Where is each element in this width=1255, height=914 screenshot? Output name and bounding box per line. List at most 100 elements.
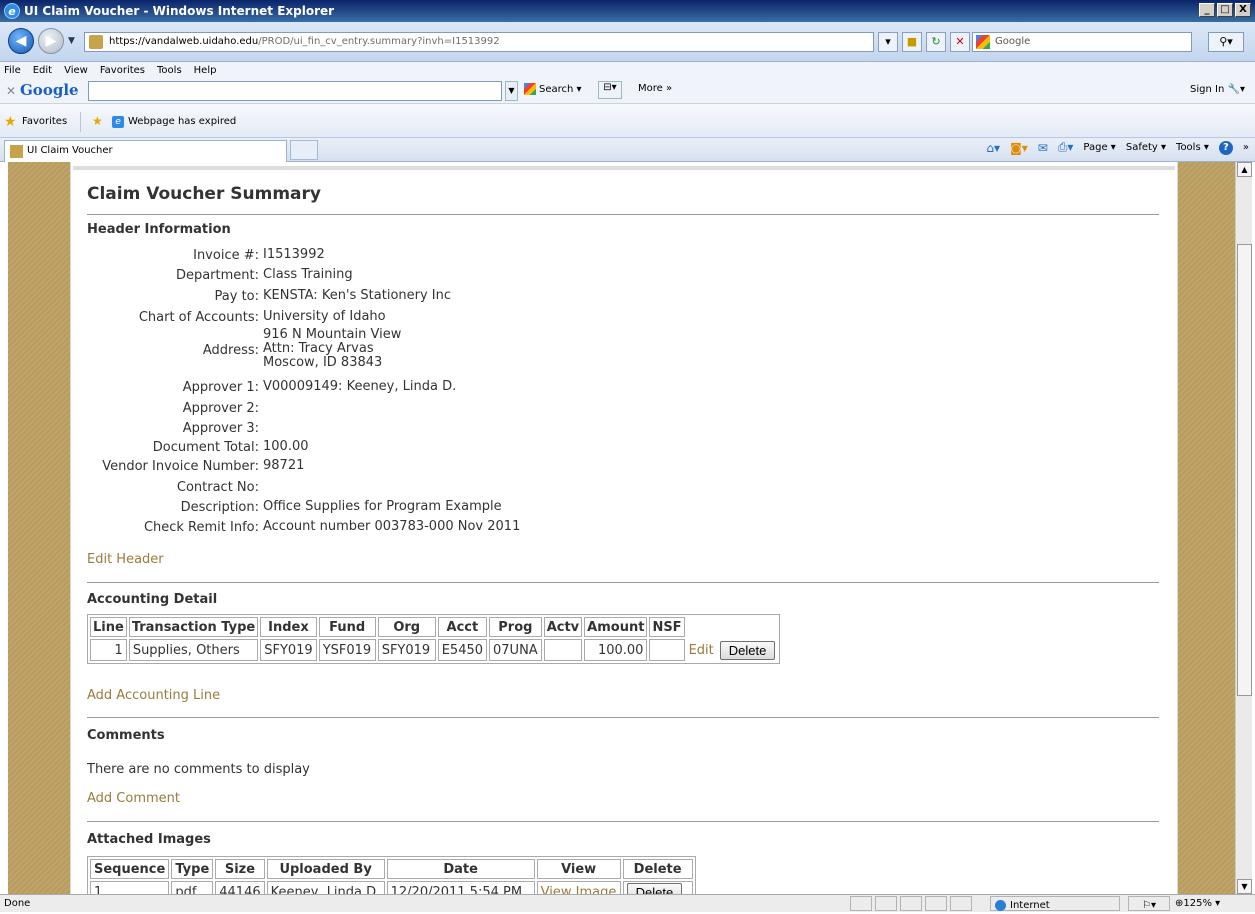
chevron-more-icon[interactable]: » <box>1243 142 1249 153</box>
url-path: /PROD/ui_fin_cv_entry.summary?invh=I1513… <box>258 36 500 47</box>
status-cell <box>900 896 922 911</box>
add-accounting-line-link[interactable]: Add Accounting Line <box>87 688 220 703</box>
sign-in-button[interactable]: Sign In 🔧▾ <box>1190 84 1245 95</box>
protected-mode-icon[interactable]: ⚐▾ <box>1128 896 1170 911</box>
favorite-link-expired[interactable]: e Webpage has expired <box>112 116 236 128</box>
column-header: Actv <box>543 617 583 637</box>
menu-tools[interactable]: Tools <box>157 65 182 76</box>
status-cells <box>850 896 972 911</box>
delete-line-button[interactable]: Delete <box>719 640 776 660</box>
tab-ui-claim-voucher[interactable]: UI Claim Voucher <box>4 140 287 162</box>
ie-logo-icon: e <box>4 3 20 19</box>
attached-images-heading: Attached Images <box>87 832 211 847</box>
feeds-icon[interactable]: ◙▾ <box>1010 141 1028 155</box>
field-approver-3: Approver 3: <box>182 421 259 436</box>
menu-file[interactable]: File <box>4 65 21 76</box>
field-vendor-invoice-number: Vendor Invoice Number: 98721 <box>102 458 305 475</box>
scroll-up-arrow-icon[interactable]: ▲ <box>1237 162 1252 177</box>
favorites-star-icon[interactable]: ★ <box>4 114 17 130</box>
address-bar[interactable]: https://vandalweb.uidaho.edu/PROD/ui_fin… <box>84 32 874 52</box>
field-approver-2: Approver 2: <box>182 401 259 416</box>
wrench-icon[interactable]: 🔧▾ <box>1228 84 1245 95</box>
home-icon[interactable]: ⌂▾ <box>986 141 1000 155</box>
add-comment-link[interactable]: Add Comment <box>87 791 180 806</box>
field-chart-of-accounts: Chart of Accounts: University of Idaho <box>138 309 386 326</box>
new-tab-button[interactable] <box>290 140 318 160</box>
cell-edit: Edit <box>687 639 716 661</box>
favorites-button[interactable]: Favorites <box>22 116 67 127</box>
comments-heading: Comments <box>87 728 165 743</box>
forward-button[interactable]: ▶ <box>38 28 64 54</box>
edit-header-link[interactable]: Edit Header <box>87 552 164 567</box>
stop-icon[interactable]: ✕ <box>950 32 970 52</box>
column-header: Uploaded By <box>266 859 385 879</box>
menu-favorites[interactable]: Favorites <box>100 65 145 76</box>
popup-blocker-icon[interactable]: ⊟▾ <box>598 81 622 99</box>
more-button[interactable]: More » <box>638 83 672 94</box>
scroll-down-arrow-icon[interactable]: ▼ <box>1237 879 1252 894</box>
minimize-button[interactable]: _ <box>1199 3 1215 17</box>
cell-org: SFY019 <box>377 639 436 661</box>
field-address: Address: 916 N Mountain View Attn: Tracy A… <box>202 327 402 370</box>
cell-size: 44146 <box>215 881 265 894</box>
search-go-button[interactable]: ⚲▾ <box>1208 32 1244 52</box>
safety-menu[interactable]: Safety ▾ <box>1126 142 1166 153</box>
attached-images-table: Sequence Type Size Uploaded By Date View… <box>87 856 696 894</box>
no-comments-text: There are no comments to display <box>87 762 310 777</box>
cell-delete: Delete <box>718 639 778 661</box>
maximize-button[interactable]: □ <box>1217 3 1233 17</box>
google-search-button[interactable]: Search ▾ <box>524 83 582 95</box>
cell-fund: YSF019 <box>318 639 376 661</box>
status-cell <box>850 896 872 911</box>
column-header: Prog <box>489 617 542 637</box>
help-icon[interactable]: ? <box>1218 140 1233 155</box>
field-contract-no: Contract No: <box>176 480 259 495</box>
cell-actv <box>543 639 583 661</box>
menu-help[interactable]: Help <box>194 65 217 76</box>
cell-index: SFY019 <box>260 639 317 661</box>
close-toolbar-icon[interactable]: ✕ <box>6 84 16 98</box>
field-description: Description: Office Supplies for Program … <box>180 499 502 516</box>
google-search-dropdown[interactable]: ▼ <box>505 81 518 101</box>
address-dropdown-icon[interactable]: ▾ <box>878 32 898 52</box>
close-button[interactable]: X <box>1235 3 1251 17</box>
vertical-scrollbar[interactable]: ▲ ▼ <box>1235 162 1252 894</box>
status-bar: Done Internet ⚐▾ ⊕125% ▾ <box>0 894 1255 912</box>
status-cell <box>925 896 947 911</box>
security-zone[interactable]: Internet <box>990 896 1120 911</box>
print-icon[interactable]: ⎙▾ <box>1058 140 1074 155</box>
field-check-remit-info: Check Remit Info: Account number 003783-0… <box>143 519 521 536</box>
edit-line-link[interactable]: Edit <box>689 643 714 658</box>
globe-icon <box>995 899 1006 911</box>
back-button[interactable]: ◀ <box>8 28 34 54</box>
google-icon <box>524 83 536 95</box>
recent-pages-dropdown-icon[interactable]: ▼ <box>68 36 75 46</box>
read-mail-icon[interactable]: ✉ <box>1038 141 1048 155</box>
field-department: Department: Class Training <box>175 267 353 284</box>
scroll-thumb[interactable] <box>1237 244 1252 696</box>
refresh-icon[interactable]: ↻ <box>926 32 946 52</box>
menu-view[interactable]: View <box>64 65 88 76</box>
tab-favicon-icon <box>10 145 23 158</box>
google-search-input[interactable] <box>88 81 502 101</box>
menu-edit[interactable]: Edit <box>33 65 52 76</box>
tab-label: UI Claim Voucher <box>27 145 113 156</box>
zoom-level[interactable]: ⊕125% ▾ <box>1175 895 1220 912</box>
divider <box>87 582 1159 583</box>
view-image-link[interactable]: View Image <box>541 885 617 894</box>
column-header: Sequence <box>90 859 170 879</box>
column-header: Type <box>171 859 214 879</box>
page-content: Claim Voucher Summary Header Information… <box>70 162 1178 894</box>
cell-transaction-type: Supplies, Others <box>128 639 259 661</box>
lock-icon[interactable]: ■ <box>902 32 922 52</box>
add-favorite-icon[interactable]: ★ <box>92 114 103 128</box>
accounting-header-row: Line Transaction Type Index Fund Org Acc… <box>90 617 777 637</box>
page-title: Claim Voucher Summary <box>87 184 321 204</box>
tools-menu[interactable]: Tools ▾ <box>1176 142 1209 153</box>
column-header-empty <box>718 617 778 637</box>
cell-uploaded-by: Keeney, Linda D. <box>266 881 385 894</box>
delete-image-button[interactable]: Delete <box>626 883 683 894</box>
cell-type: pdf <box>171 881 214 894</box>
page-menu[interactable]: Page ▾ <box>1083 142 1115 153</box>
search-input[interactable]: Google <box>972 32 1192 52</box>
